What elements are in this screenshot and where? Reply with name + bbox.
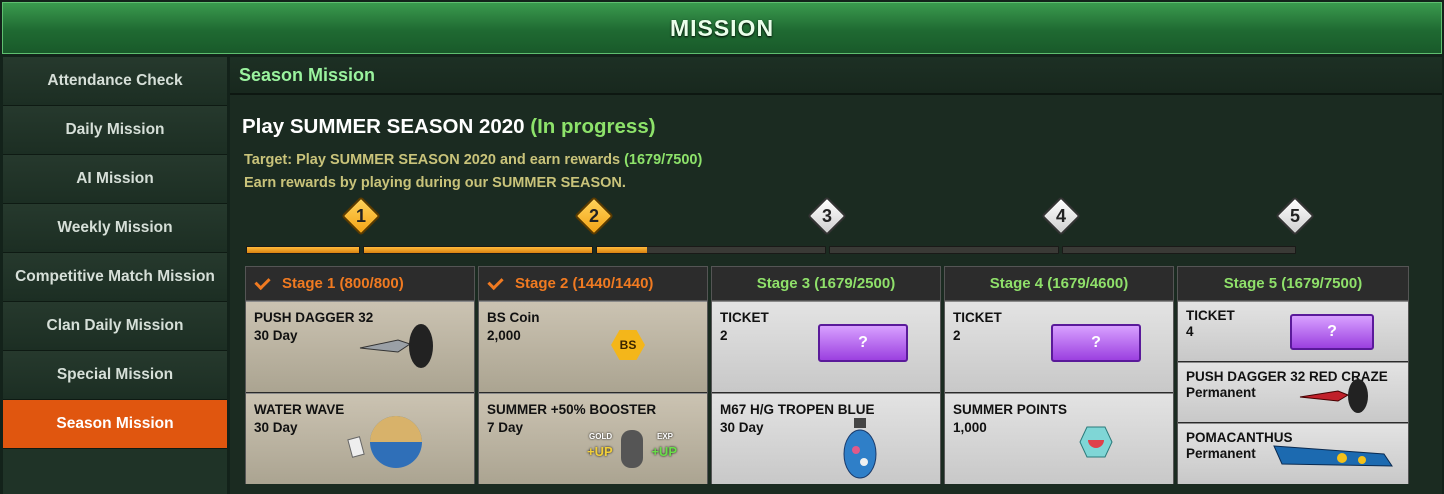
reward-item[interactable]: TICKET 4 [1178,301,1408,361]
summer-points-icon [1079,426,1113,458]
stage-card-1: Stage 1 (800/800) PUSH DAGGER 32 30 Day … [245,266,475,484]
red-dagger-icon [1299,379,1368,413]
sidebar-item-label: Attendance Check [47,72,183,89]
stage-label: Stage 1 (800/800) [282,275,404,292]
stage-label: Stage 2 (1440/1440) [515,275,654,292]
target-text: Target: Play SUMMER SEASON 2020 and earn… [244,152,621,168]
stage-marker-4: 4 [1039,194,1083,238]
mission-title: Play SUMMER SEASON 2020 (In progress) [242,115,656,139]
sidebar-item-label: AI Mission [76,170,154,187]
progress-fill [247,247,359,253]
booster-gold-label: GOLD [589,432,613,441]
check-icon [487,277,501,291]
sidebar-item-ai-mission[interactable]: AI Mission [3,155,227,204]
sidebar-item-label: Season Mission [56,415,174,432]
progress-fill [364,247,592,253]
mission-screen: MISSION Attendance Check Daily Mission A… [0,0,1444,494]
sidebar-item-competitive-match-mission[interactable]: Competitive Match Mission [3,253,227,302]
reward-name: SUMMER +50% BOOSTER [487,402,657,417]
ticket-icon [1290,314,1374,350]
booster-exp-up: +UP [651,444,677,459]
sidebar-item-season-mission[interactable]: Season Mission [3,400,227,449]
sidebar-item-weekly-mission[interactable]: Weekly Mission [3,204,227,253]
progress-segment [596,246,826,254]
booster-icon: GOLD EXP +UP +UP [587,430,677,470]
mission-description: Earn rewards by playing during our SUMME… [244,175,626,191]
stage-card-5: Stage 5 (1679/7500) TICKET 4 PUSH DAGGER… [1177,266,1409,484]
reward-amount: 2,000 [487,328,521,343]
section-title: Season Mission [230,57,1442,95]
stage-marker-3: 3 [805,194,849,238]
ticket-icon [1051,324,1141,362]
reward-name: SUMMER POINTS [953,402,1068,417]
stage-marker-5: 5 [1273,194,1317,238]
progress-track [246,246,1298,256]
stage-card-3: Stage 3 (1679/2500) TICKET 2 M67 H/G TRO… [711,266,941,484]
reward-name: M67 H/G TROPEN BLUE [720,402,875,417]
sidebar-item-daily-mission[interactable]: Daily Mission [3,106,227,155]
reward-item[interactable]: WATER WAVE 30 Day [246,393,474,484]
stage-marker-1: 1 [339,194,383,238]
reward-amount: 1,000 [953,420,987,435]
stage-header: Stage 5 (1679/7500) [1178,267,1408,301]
reward-item[interactable]: SUMMER POINTS 1,000 [945,393,1173,484]
reward-name: BS Coin [487,310,540,325]
water-wave-icon [347,416,422,468]
mission-target: Target: Play SUMMER SEASON 2020 and earn… [244,152,702,168]
progress-segment [1062,246,1296,254]
reward-item[interactable]: TICKET 2 [945,301,1173,392]
check-icon [254,277,268,291]
sidebar-item-attendance-check[interactable]: Attendance Check [3,57,227,106]
progress-segment [829,246,1059,254]
progress-segment [363,246,593,254]
sidebar-item-label: Special Mission [56,366,174,383]
ticket-icon [818,324,908,362]
sidebar-item-label: Weekly Mission [57,219,173,236]
sidebar-item-label: Clan Daily Mission [46,317,184,334]
stage-header: Stage 2 (1440/1440) [479,267,707,301]
sidebar-item-label: Competitive Match Mission [15,268,215,285]
stage-card-4: Stage 4 (1679/4600) TICKET 2 SUMMER POIN… [944,266,1174,484]
stage-header: Stage 4 (1679/4600) [945,267,1173,301]
reward-item[interactable]: POMACANTHUS Permanent [1178,423,1408,484]
sidebar-item-label: Daily Mission [65,121,165,138]
reward-item[interactable]: M67 H/G TROPEN BLUE 30 Day [712,393,940,484]
window-title: MISSION [2,2,1442,54]
sidebar-item-clan-daily-mission[interactable]: Clan Daily Mission [3,302,227,351]
progress-fill [597,247,648,253]
reward-item[interactable]: BS Coin 2,000 BS [479,301,707,392]
reward-item[interactable]: SUMMER +50% BOOSTER 7 Day GOLD EXP +UP +… [479,393,707,484]
progress-segment [246,246,360,254]
target-count: (1679/7500) [624,152,703,168]
mission-name: Play SUMMER SEASON 2020 [242,115,525,138]
stage-card-2: Stage 2 (1440/1440) BS Coin 2,000 BS SUM… [478,266,708,484]
booster-exp-label: EXP [656,432,673,441]
grenade-icon [843,418,877,479]
reward-item[interactable]: PUSH DAGGER 32 RED CRAZE Permanent [1178,362,1408,422]
mission-status: (In progress) [530,115,656,138]
dagger-icon [359,324,433,368]
sidebar-item-special-mission[interactable]: Special Mission [3,351,227,400]
stage-list: Stage 1 (800/800) PUSH DAGGER 32 30 Day … [245,266,1438,492]
stage-header: Stage 1 (800/800) [246,267,474,301]
reward-item[interactable]: PUSH DAGGER 32 30 Day [246,301,474,392]
main-panel: Season Mission Play SUMMER SEASON 2020 (… [230,57,1442,494]
character-icon [621,430,643,468]
reward-item[interactable]: TICKET 2 [712,301,940,392]
pomacanthus-icon [1273,445,1393,467]
reward-amount: 30 Day [720,420,764,435]
stage-header: Stage 3 (1679/2500) [712,267,940,301]
stage-marker-2: 2 [572,194,616,238]
sidebar: Attendance Check Daily Mission AI Missio… [3,57,227,494]
booster-gold-up: +UP [587,444,613,459]
